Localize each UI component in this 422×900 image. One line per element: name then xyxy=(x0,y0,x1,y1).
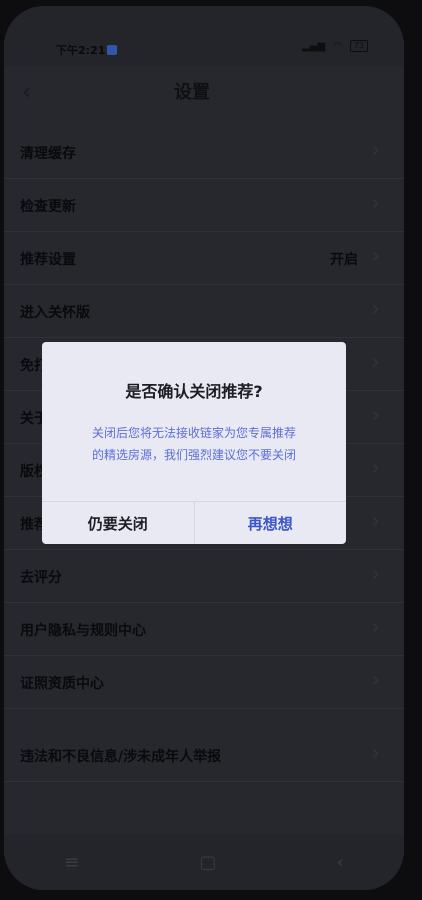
still-close-button[interactable]: 仍要关闭 xyxy=(42,502,195,544)
dialog-buttons: 仍要关闭 再想想 xyxy=(42,501,346,544)
dialog-title: 是否确认关闭推荐? xyxy=(125,382,263,401)
dialog-body: 关闭后您将无法接收链家为您专属推荐 的精选房源，我们强烈建议您不要关闭 xyxy=(70,422,318,466)
dialog-body-line-1: 关闭后您将无法接收链家为您专属推荐 xyxy=(91,426,296,440)
dialog-body-line-2: 的精选房源，我们强烈建议您不要关闭 xyxy=(91,448,296,462)
confirm-dialog: 是否确认关闭推荐? 关闭后您将无法接收链家为您专属推荐 的精选房源，我们强烈建议… xyxy=(42,342,346,544)
think-again-button[interactable]: 再想想 xyxy=(195,502,347,544)
